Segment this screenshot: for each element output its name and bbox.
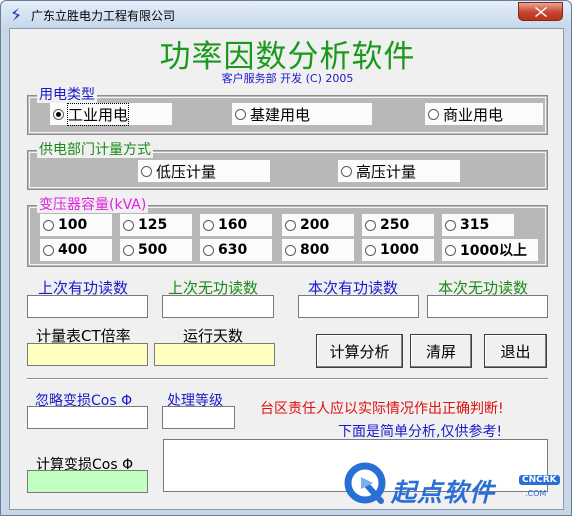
radio-cap-315[interactable]: 315 bbox=[442, 214, 514, 236]
ct-ratio-input[interactable] bbox=[27, 343, 148, 366]
radio-cap-160[interactable]: 160 bbox=[200, 214, 272, 236]
radio-low-voltage[interactable]: 低压计量 bbox=[138, 160, 270, 182]
current-reactive-input[interactable] bbox=[427, 295, 548, 318]
radio-dot-icon bbox=[123, 219, 134, 231]
radio-cap-500[interactable]: 500 bbox=[120, 239, 192, 261]
radio-industrial[interactable]: 工业用电 bbox=[50, 102, 172, 126]
site-watermark: 起点软件 CNCRK .COM bbox=[337, 451, 572, 516]
radio-cap-1000[interactable]: 1000 bbox=[362, 239, 434, 261]
radio-construction[interactable]: 基建用电 bbox=[232, 103, 372, 125]
radio-dot-icon bbox=[203, 244, 214, 256]
last-reactive-input[interactable] bbox=[162, 295, 274, 318]
radio-dot-icon bbox=[285, 244, 296, 256]
last-active-input[interactable] bbox=[27, 295, 148, 318]
brand-tag: CNCRK bbox=[519, 475, 560, 485]
radio-dot-icon bbox=[428, 108, 439, 120]
calculate-button[interactable]: 计算分析 bbox=[316, 334, 403, 368]
capacity-group: 变压器容量(kVA) 100 125 160 200 250 315 400 5… bbox=[27, 197, 548, 267]
warning-text: 台区责任人应以实际情况作出正确判断! bbox=[260, 401, 504, 417]
radio-dot-icon bbox=[53, 108, 64, 120]
radio-dot-icon bbox=[43, 244, 54, 256]
radio-cap-1000-plus[interactable]: 1000以上 bbox=[442, 239, 538, 261]
metering-label: 供电部门计量方式 bbox=[37, 142, 153, 158]
level-output[interactable] bbox=[162, 406, 235, 429]
brand-domain: .COM bbox=[525, 489, 547, 498]
radio-dot-icon bbox=[123, 244, 134, 256]
radio-dot-icon bbox=[285, 219, 296, 231]
clear-button[interactable]: 清屏 bbox=[410, 334, 472, 368]
radio-high-voltage[interactable]: 高压计量 bbox=[338, 160, 460, 182]
radio-dot-icon bbox=[445, 244, 456, 256]
close-button[interactable] bbox=[518, 2, 563, 21]
app-subtitle: 客户服务部 开发 (C) 2005 bbox=[221, 72, 354, 85]
metering-group: 供电部门计量方式 低压计量 高压计量 bbox=[27, 142, 548, 190]
radio-dot-icon bbox=[365, 244, 376, 256]
note-text: 下面是简单分析,仅供参考! bbox=[338, 424, 503, 440]
title-bar[interactable]: 广东立胜电力工程有限公司 bbox=[1, 1, 571, 28]
brand-logo-icon bbox=[344, 462, 386, 504]
run-days-input[interactable] bbox=[154, 343, 275, 366]
radio-cap-630[interactable]: 630 bbox=[200, 239, 272, 261]
app-logo-icon bbox=[12, 8, 20, 21]
exit-button[interactable]: 退出 bbox=[484, 334, 547, 368]
radio-cap-100[interactable]: 100 bbox=[40, 214, 112, 236]
radio-dot-icon bbox=[341, 165, 352, 177]
radio-cap-800[interactable]: 800 bbox=[282, 239, 354, 261]
radio-dot-icon bbox=[365, 219, 376, 231]
radio-commercial[interactable]: 商业用电 bbox=[425, 103, 543, 125]
radio-dot-icon bbox=[43, 219, 54, 231]
radio-dot-icon bbox=[445, 219, 456, 231]
radio-cap-125[interactable]: 125 bbox=[120, 214, 192, 236]
radio-dot-icon bbox=[141, 165, 152, 177]
capacity-label: 变压器容量(kVA) bbox=[37, 197, 149, 213]
radio-dot-icon bbox=[203, 219, 214, 231]
current-active-input[interactable] bbox=[298, 295, 419, 318]
radio-cap-250[interactable]: 250 bbox=[362, 214, 434, 236]
app-window: 广东立胜电力工程有限公司 功率因数分析软件 客户服务部 开发 (C) 2005 … bbox=[0, 0, 572, 516]
calc-cos-output[interactable] bbox=[27, 470, 148, 493]
usage-type-group: 用电类型 工业用电 基建用电 商业用电 bbox=[27, 87, 548, 135]
radio-dot-icon bbox=[235, 108, 246, 120]
window-title: 广东立胜电力工程有限公司 bbox=[31, 9, 176, 23]
brand-name: 起点软件 bbox=[391, 478, 496, 507]
radio-cap-200[interactable]: 200 bbox=[282, 214, 354, 236]
close-icon bbox=[535, 7, 547, 17]
usage-type-label: 用电类型 bbox=[37, 87, 97, 103]
ignore-cos-output[interactable] bbox=[27, 406, 148, 429]
section-divider bbox=[27, 378, 548, 380]
client-area: 功率因数分析软件 客户服务部 开发 (C) 2005 用电类型 工业用电 基建用… bbox=[9, 28, 564, 510]
radio-cap-400[interactable]: 400 bbox=[40, 239, 112, 261]
